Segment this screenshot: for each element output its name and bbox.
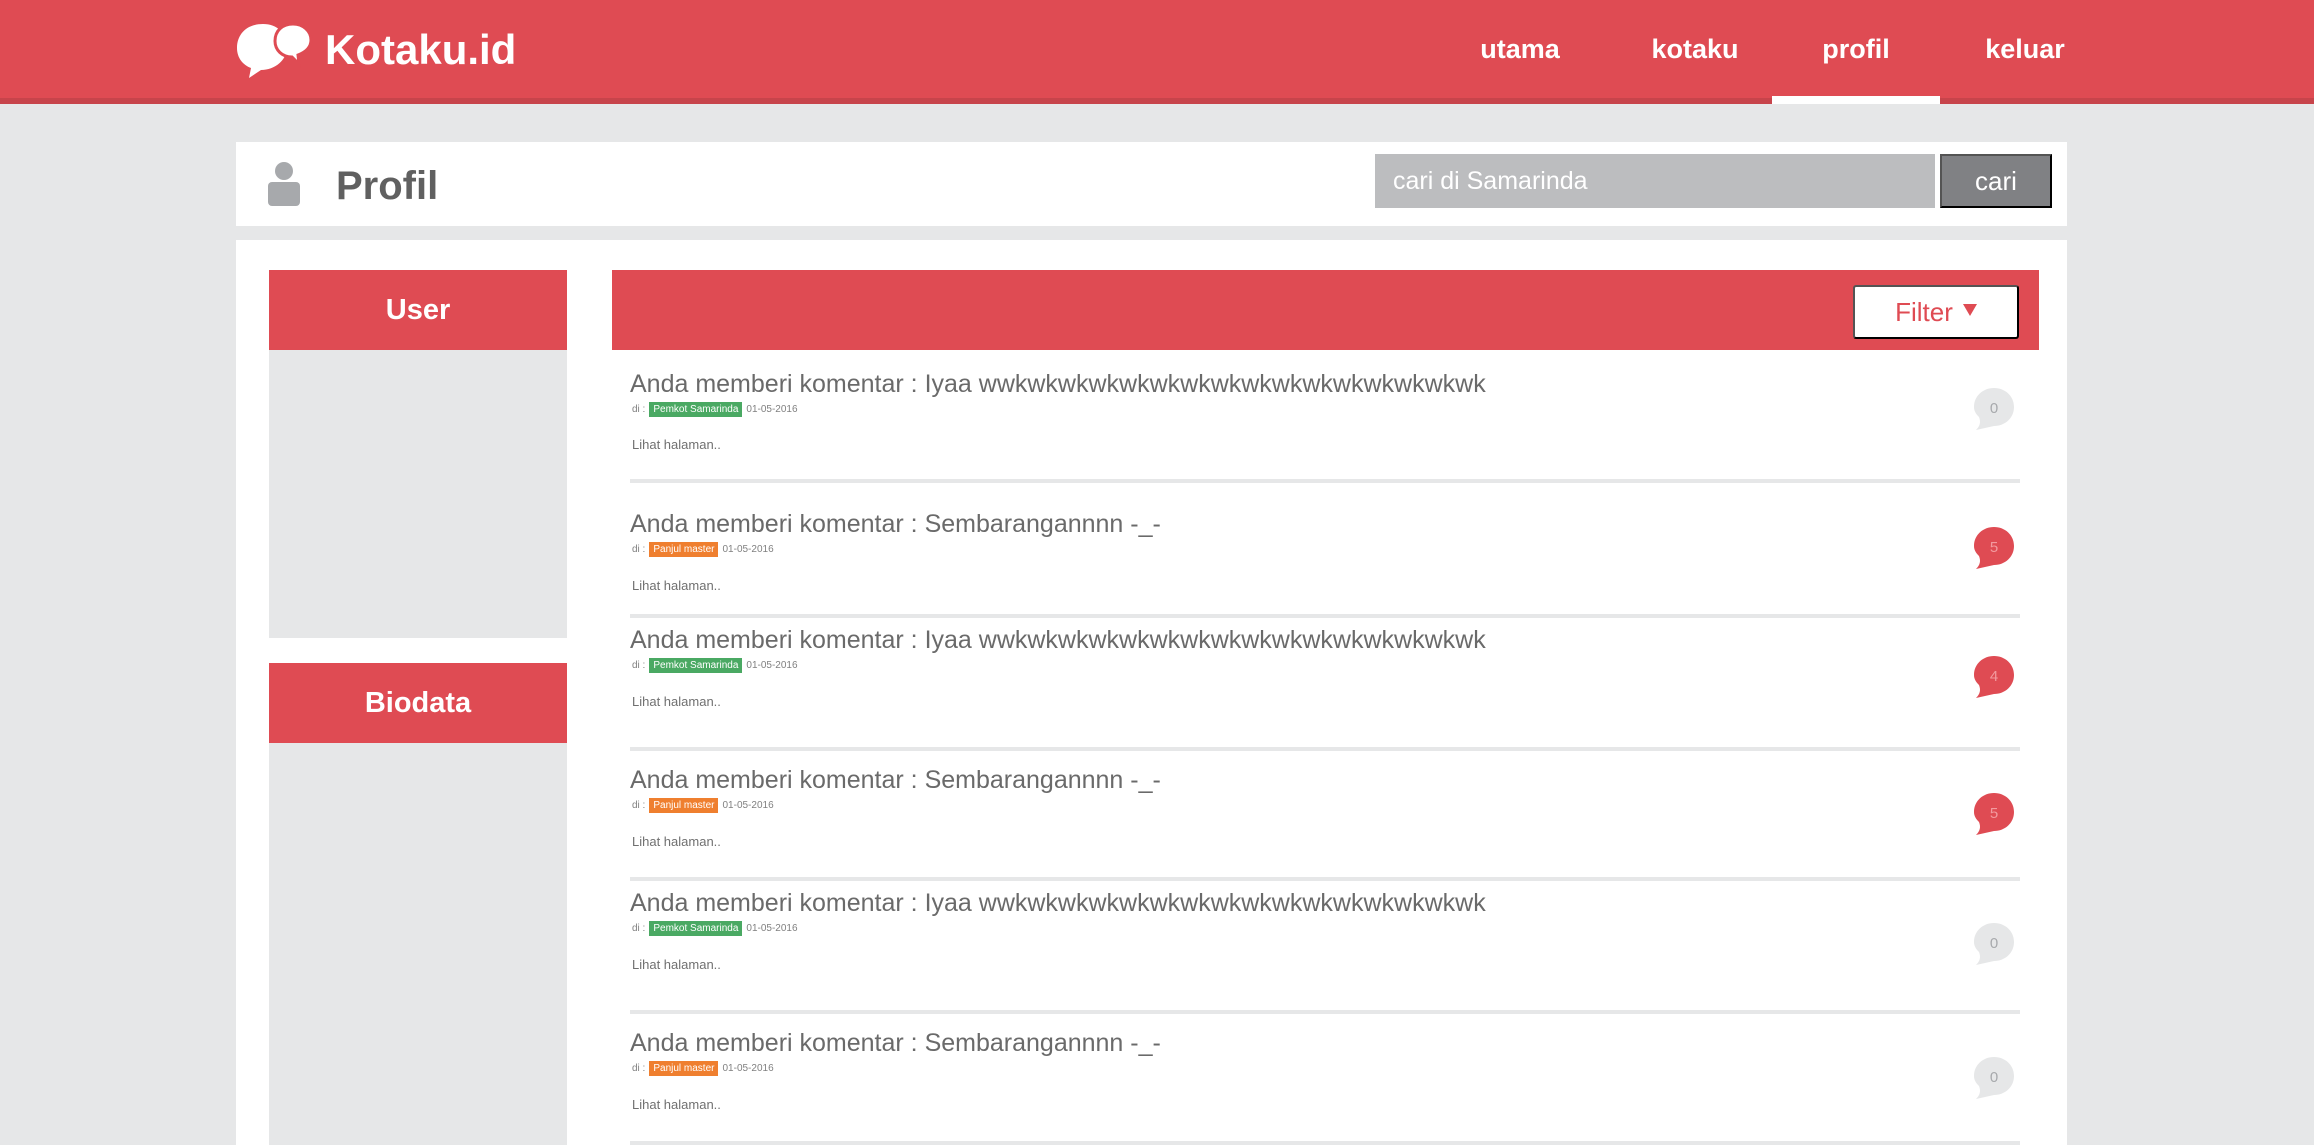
comment-count: 4 (1989, 667, 1999, 685)
nav-item-profil[interactable]: profil (1772, 0, 1940, 104)
feed-item-prefix: di : (632, 660, 646, 671)
filter-label: Filter (1895, 296, 1953, 327)
biodata-section-header: Biodata (269, 663, 567, 743)
feed-item-tag[interactable]: Pemkot Samarinda (649, 658, 743, 673)
search-button[interactable]: cari (1940, 154, 2052, 208)
main-panel: User Biodata Filter Anda memberi komenta… (236, 240, 2067, 1145)
feed-item: Anda memberi komentar : Iyaa wwkwkwkwkwk… (630, 881, 2020, 1015)
comment-count-icon: 0 (1972, 921, 2016, 965)
feed-item-prefix: di : (632, 1063, 646, 1074)
comment-count: 0 (1989, 934, 1999, 952)
feed-item: Anda memberi komentar : Sembarangannnn -… (630, 485, 2020, 618)
comment-count-icon: 0 (1972, 1055, 2016, 1099)
brand-name: Kotaku.id (325, 26, 517, 73)
feed-item-title: Anda memberi komentar : Sembarangannnn -… (630, 766, 1161, 794)
page-title: Profil (336, 164, 439, 208)
feed-item-tag[interactable]: Panjul master (649, 798, 719, 813)
feed-item-link[interactable]: Lihat halaman.. (632, 1097, 721, 1112)
feed-item-meta: di : Pemkot Samarinda 01-05-2016 (632, 402, 798, 417)
feed-item-date: 01-05-2016 (722, 1063, 774, 1074)
feed-item-prefix: di : (632, 544, 646, 555)
comment-count: 5 (1989, 804, 1999, 822)
feed-item-link[interactable]: Lihat halaman.. (632, 957, 721, 972)
feed-item-prefix: di : (632, 800, 646, 811)
feed-item-title: Anda memberi komentar : Iyaa wwkwkwkwkwk… (630, 626, 1486, 654)
comment-count-icon: 4 (1972, 654, 2016, 698)
caret-down-icon (1962, 304, 1977, 316)
feed-item-title: Anda memberi komentar : Iyaa wwkwkwkwkwk… (630, 889, 1486, 917)
feed-item-title: Anda memberi komentar : Iyaa wwkwkwkwkwk… (630, 370, 1486, 398)
feed-item-prefix: di : (632, 923, 646, 934)
comment-count-icon: 0 (1972, 386, 2016, 430)
feed-item-meta: di : Pemkot Samarinda 01-05-2016 (632, 921, 798, 936)
feed-item-tag[interactable]: Panjul master (649, 1061, 719, 1076)
feed-item-tag[interactable]: Pemkot Samarinda (649, 402, 743, 417)
comment-count-icon: 5 (1972, 791, 2016, 835)
feed-item: Anda memberi komentar : Iyaa wwkwkwkwkwk… (630, 618, 2020, 752)
feed-item-date: 01-05-2016 (722, 800, 774, 811)
feed-item-tag[interactable]: Pemkot Samarinda (649, 921, 743, 936)
feed-item-meta: di : Panjul master 01-05-2016 (632, 798, 774, 813)
feed-item-meta: di : Panjul master 01-05-2016 (632, 542, 774, 557)
profile-header: Profil .search-input::placeholder{color:… (236, 142, 2067, 226)
user-icon (267, 162, 301, 206)
divider (630, 747, 2020, 751)
feed-item: Anda memberi komentar : Iyaa wwkwkwkwkwk… (630, 350, 2020, 485)
feed-item-date: 01-05-2016 (746, 404, 798, 415)
feed-item: Anda memberi komentar : Sembarangannnn -… (630, 1015, 2020, 1145)
nav-item-keluar[interactable]: keluar (1975, 0, 2075, 98)
feed-item: Anda memberi komentar : Sembarangannnn -… (630, 752, 2020, 881)
feed-item-date: 01-05-2016 (746, 923, 798, 934)
feed-item-meta: di : Pemkot Samarinda 01-05-2016 (632, 658, 798, 673)
user-section-header: User (269, 270, 567, 350)
feed-item-title: Anda memberi komentar : Sembarangannnn -… (630, 1029, 1161, 1057)
divider (630, 1141, 2020, 1145)
search-input[interactable] (1375, 154, 1935, 208)
comment-count: 0 (1989, 399, 1999, 417)
nav-item-utama[interactable]: utama (1470, 0, 1570, 98)
feed-item-date: 01-05-2016 (722, 544, 774, 555)
feed-item-title: Anda memberi komentar : Sembarangannnn -… (630, 510, 1161, 538)
brand-logo[interactable]: Kotaku.id (235, 20, 516, 80)
feed-item-prefix: di : (632, 404, 646, 415)
chat-bubbles-icon (235, 20, 313, 80)
user-section-body (269, 350, 567, 638)
feed-item-link[interactable]: Lihat halaman.. (632, 578, 721, 593)
top-navbar: Kotaku.id utama kotaku profil keluar (0, 0, 2314, 104)
feed-item-date: 01-05-2016 (746, 660, 798, 671)
feed-item-meta: di : Panjul master 01-05-2016 (632, 1061, 774, 1076)
feed-item-link[interactable]: Lihat halaman.. (632, 694, 721, 709)
divider (630, 1010, 2020, 1014)
feed-item-link[interactable]: Lihat halaman.. (632, 437, 721, 452)
feed-item-link[interactable]: Lihat halaman.. (632, 834, 721, 849)
feed-item-tag[interactable]: Panjul master (649, 542, 719, 557)
divider (630, 479, 2020, 483)
comment-count: 5 (1989, 538, 1999, 556)
filter-button[interactable]: Filter (1853, 285, 2019, 339)
comment-count-icon: 5 (1972, 525, 2016, 569)
nav-item-kotaku[interactable]: kotaku (1640, 0, 1750, 98)
comment-count: 0 (1989, 1068, 1999, 1086)
biodata-section-body (269, 743, 567, 1145)
activity-feed-header: Filter (612, 270, 2039, 350)
